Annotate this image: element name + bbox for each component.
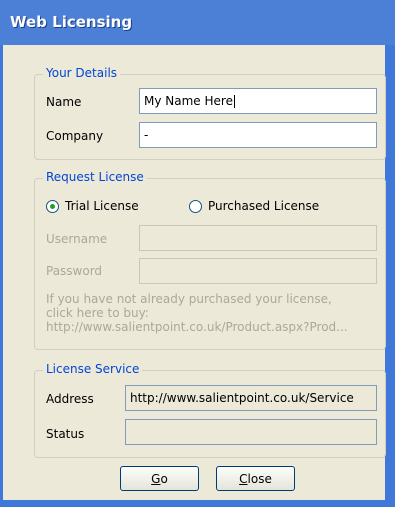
- radio-checked-icon: [46, 199, 59, 213]
- name-field-value: My Name Here: [144, 94, 233, 108]
- name-field[interactable]: My Name Here: [139, 88, 377, 114]
- text-caret: [233, 95, 235, 108]
- address-label: Address: [46, 392, 94, 406]
- window-frame-bottom: [0, 500, 395, 507]
- purchased-license-radio[interactable]: Purchased License: [189, 199, 319, 213]
- status-field[interactable]: [125, 419, 377, 445]
- window-frame-right: [385, 45, 395, 507]
- company-field-value: -: [144, 128, 149, 142]
- username-field[interactable]: [139, 225, 377, 251]
- password-field[interactable]: [139, 258, 377, 284]
- purchase-info-link[interactable]: If you have not already purchased your l…: [46, 292, 376, 334]
- purchase-info-line-2: click here to buy:: [46, 306, 149, 320]
- request-license-legend: Request License: [43, 170, 147, 184]
- your-details-legend: Your Details: [43, 66, 121, 80]
- window-title: Web Licensing: [10, 13, 133, 31]
- go-button[interactable]: Go: [120, 466, 199, 491]
- status-label: Status: [46, 427, 85, 441]
- title-bar[interactable]: Web Licensing: [0, 0, 395, 45]
- company-field[interactable]: -: [139, 122, 377, 148]
- close-button-mnemonic: C: [239, 471, 248, 486]
- name-label: Name: [46, 95, 82, 109]
- window-frame-left: [0, 45, 3, 507]
- purchased-license-label: Purchased License: [208, 199, 320, 213]
- radio-unchecked-icon: [189, 199, 202, 213]
- company-label: Company: [46, 129, 104, 143]
- close-button-label: lose: [247, 471, 272, 486]
- username-label: Username: [46, 232, 108, 246]
- purchase-info-url: http://www.salientpoint.co.uk/Product.as…: [46, 320, 348, 334]
- go-button-mnemonic: G: [151, 471, 161, 486]
- password-label: Password: [46, 264, 103, 278]
- web-licensing-dialog: Web Licensing Your Details Name My Name …: [0, 0, 395, 507]
- go-button-label: o: [160, 471, 168, 486]
- purchase-info-line-1: If you have not already purchased your l…: [46, 292, 332, 306]
- close-button[interactable]: Close: [216, 466, 295, 491]
- license-service-legend: License Service: [43, 362, 143, 376]
- address-field[interactable]: http://www.salientpoint.co.uk/Service: [125, 385, 377, 411]
- trial-license-label: Trial License: [65, 199, 139, 213]
- trial-license-radio[interactable]: Trial License: [46, 199, 139, 213]
